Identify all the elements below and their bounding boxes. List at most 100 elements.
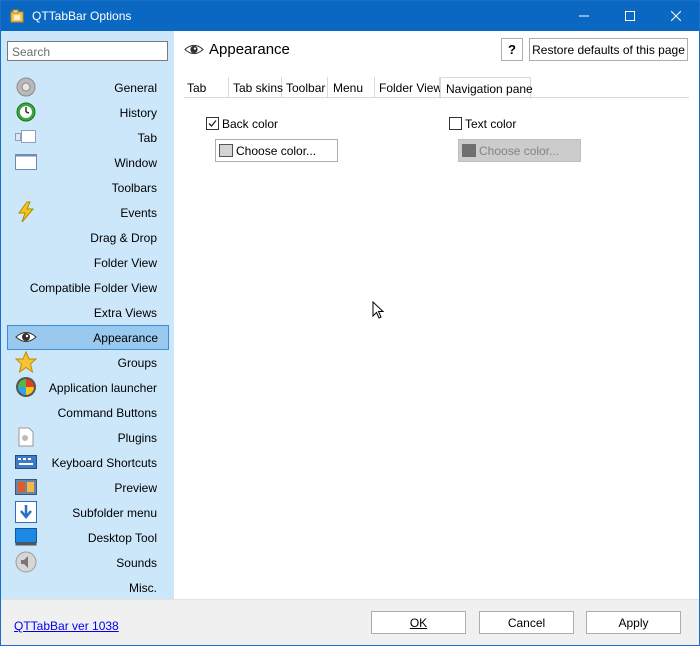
plugin-icon [15,427,37,447]
sidebar-item-keyboard-shortcuts[interactable]: Keyboard Shortcuts [1,450,174,475]
tab-icon [15,127,37,147]
search-placeholder: Search [12,45,51,59]
sidebar-item-label: Appearance [93,331,158,345]
sidebar-item-label: Preview [114,481,157,495]
back-color-choose-button[interactable]: Choose color... [215,139,338,162]
sidebar-item-label: Events [120,206,157,220]
sidebar-item-label: Application launcher [48,381,157,395]
subfolder-icon [15,501,37,523]
history-icon [15,102,37,122]
keyboard-icon [15,452,37,472]
sidebar-item-sounds[interactable]: Sounds [1,550,174,575]
sidebar-item-misc[interactable]: Misc. [1,575,174,600]
ok-button[interactable]: OK [371,611,466,634]
maximize-button[interactable] [607,1,653,31]
title-bar[interactable]: QTTabBar Options [1,1,699,31]
choose-color-label: Choose color... [479,144,560,158]
sidebar-item-label: Sounds [116,556,157,570]
eye-icon [184,43,204,59]
app-icon [10,9,24,23]
lightning-icon [15,201,37,223]
apply-label: Apply [618,615,649,630]
window-icon [15,152,37,172]
star-icon [15,351,37,373]
text-color-checkbox[interactable] [449,117,462,130]
color-swatch [219,144,233,157]
sidebar-item-label: Window [114,156,157,170]
sidebar-item-plugins[interactable]: Plugins [1,425,174,450]
tab-toolbar[interactable]: Toolbar [282,77,328,98]
desktop-icon [15,527,37,547]
app-launcher-icon [15,377,37,397]
tab-tab-skins[interactable]: Tab skins [229,77,283,98]
mouse-cursor-icon [372,300,385,322]
sidebar-item-window[interactable]: Window [1,150,174,175]
sidebar-item-label: Command Buttons [57,406,157,420]
sidebar-nav: General History Tab Window Toolbars Even… [1,75,174,600]
sidebar-item-label: Compatible Folder View [29,281,157,295]
sidebar-item-label: History [119,106,157,120]
sidebar-item-appearance[interactable]: Appearance [7,325,169,350]
sidebar-item-preview[interactable]: Preview [1,475,174,500]
sidebar-item-groups[interactable]: Groups [1,350,174,375]
sidebar-item-application-launcher[interactable]: Application launcher [1,375,174,400]
help-icon: ? [508,42,516,57]
restore-defaults-button[interactable]: Restore defaults of this page [529,38,688,61]
tab-divider [184,97,689,98]
color-swatch [462,144,476,157]
cancel-label: Cancel [507,615,546,630]
preview-icon [15,477,37,497]
apply-button[interactable]: Apply [586,611,681,634]
window-title: QTTabBar Options [32,9,132,23]
footer: QTTabBar ver 1038 OK Cancel Apply [1,599,699,645]
sidebar-item-label: Tab [137,131,157,145]
sidebar-item-label: Misc. [129,581,157,595]
options-window: QTTabBar Options Search General History … [0,0,700,646]
sidebar-item-label: Folder View [93,256,157,270]
sidebar-item-label: Desktop Tool [87,531,157,545]
text-color-label: Text color [465,117,517,131]
tab-tab[interactable]: Tab [184,77,229,98]
sidebar-item-desktop-tool[interactable]: Desktop Tool [1,525,174,550]
sidebar-item-drag-drop[interactable]: Drag & Drop [1,225,174,250]
back-color-label: Back color [222,117,279,131]
sidebar-item-label: Groups [117,356,157,370]
sidebar-item-compatible-folder-view[interactable]: Compatible Folder View [1,275,174,300]
back-color-checkbox[interactable] [206,117,219,130]
eye-icon [15,327,37,347]
search-input[interactable]: Search [7,41,168,61]
tab-menu[interactable]: Menu [328,77,375,98]
page-title: Appearance [209,41,290,58]
sidebar-item-label: General [114,81,157,95]
sidebar-item-subfolder-menu[interactable]: Subfolder menu [1,500,174,525]
minimize-button[interactable] [561,1,607,31]
close-button[interactable] [653,1,699,31]
sidebar-item-command-buttons[interactable]: Command Buttons [1,400,174,425]
ok-label: OK [409,615,428,630]
sidebar: Search General History Tab Window Toolba… [1,31,174,599]
sidebar-item-label: Extra Views [93,306,157,320]
gear-icon [15,77,37,97]
sidebar-item-history[interactable]: History [1,100,174,125]
help-button[interactable]: ? [501,38,523,61]
text-color-choose-button[interactable]: Choose color... [458,139,581,162]
sidebar-item-label: Keyboard Shortcuts [51,456,157,470]
sidebar-item-label: Drag & Drop [90,231,157,245]
sidebar-item-label: Subfolder menu [72,506,157,520]
version-link[interactable]: QTTabBar ver 1038 [14,619,119,633]
sidebar-item-extra-views[interactable]: Extra Views [1,300,174,325]
sidebar-item-label: Plugins [117,431,157,445]
tab-folder-view[interactable]: Folder View [375,77,442,98]
sidebar-item-toolbars[interactable]: Toolbars [1,175,174,200]
cancel-button[interactable]: Cancel [479,611,574,634]
sidebar-item-label: Toolbars [111,181,157,195]
sound-icon [15,551,37,573]
sidebar-item-folder-view[interactable]: Folder View [1,250,174,275]
tab-strip: Tab Tab skins Toolbar Menu Folder View N… [184,77,689,99]
choose-color-label: Choose color... [236,144,317,158]
sidebar-item-general[interactable]: General [1,75,174,100]
checkmark-icon [208,120,217,127]
tab-navigation-pane[interactable]: Navigation pane [440,77,533,99]
sidebar-item-tab[interactable]: Tab [1,125,174,150]
sidebar-item-events[interactable]: Events [1,200,174,225]
